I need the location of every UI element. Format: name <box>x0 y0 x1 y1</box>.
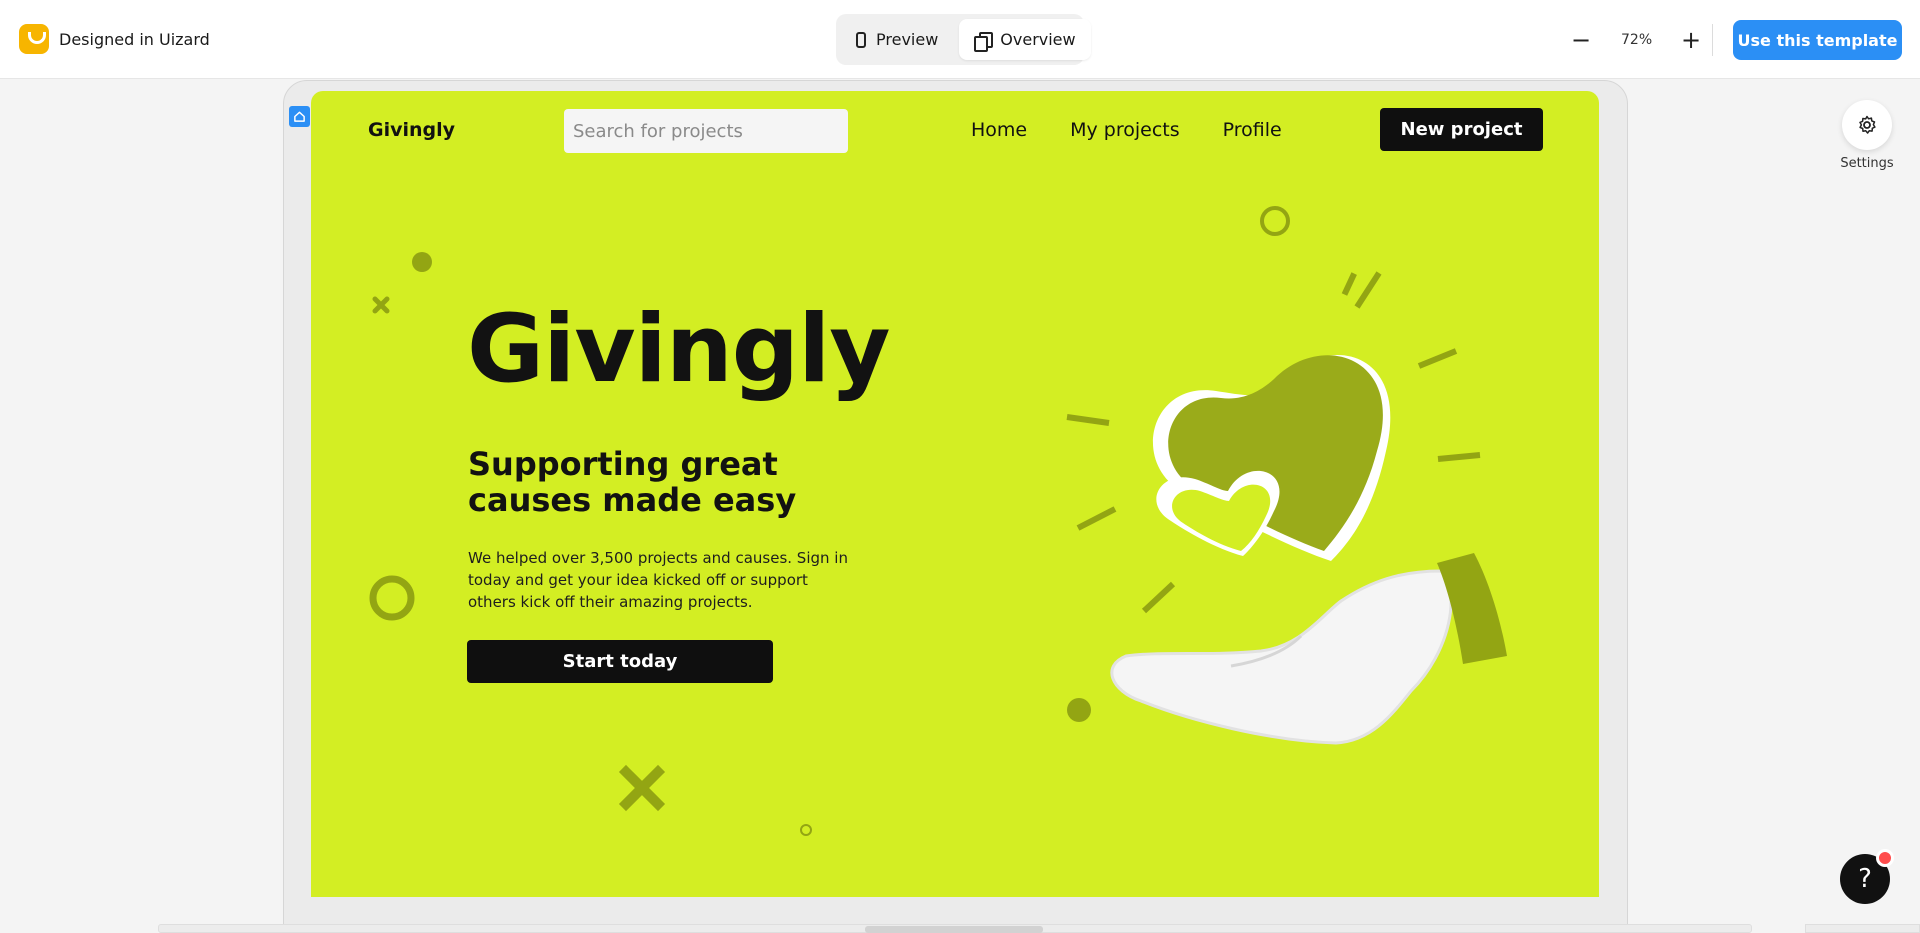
overview-label: Overview <box>1000 30 1076 49</box>
nav-home[interactable]: Home <box>971 119 1027 141</box>
zoom-controls: − 72% + <box>1565 22 1707 57</box>
gear-icon <box>1859 115 1876 134</box>
horizontal-scrollbar[interactable] <box>158 924 1752 933</box>
notification-dot <box>1876 849 1894 867</box>
top-bar: Designed in Uizard Preview Overview − 72… <box>0 0 1920 79</box>
new-project-button[interactable]: New project <box>1380 108 1543 151</box>
artboard-home: Givingly Home My projects Profile New pr… <box>311 91 1599 897</box>
preview-button[interactable]: Preview <box>841 19 953 60</box>
site-search-input[interactable] <box>564 109 848 153</box>
use-template-button[interactable]: Use this template <box>1733 20 1902 60</box>
start-today-button[interactable]: Start today <box>467 640 773 683</box>
home-icon <box>294 111 305 122</box>
site-nav: Home My projects Profile <box>971 119 1282 141</box>
topbar-divider <box>1712 24 1713 56</box>
settings-circle <box>1842 100 1892 150</box>
scroll-thumb[interactable] <box>865 926 1043 933</box>
zoom-level: 72% <box>1621 31 1653 48</box>
nav-profile[interactable]: Profile <box>1223 119 1282 141</box>
home-page-marker[interactable] <box>289 106 310 127</box>
preview-label: Preview <box>876 30 939 49</box>
site-logo[interactable]: Givingly <box>368 119 455 141</box>
hero-subtitle: Supporting great causes made easy <box>468 445 797 519</box>
zoom-out-button[interactable]: − <box>1565 24 1597 56</box>
uizard-logo-icon <box>19 24 49 54</box>
uizard-brand[interactable]: Designed in Uizard <box>19 24 210 54</box>
phone-icon <box>856 31 866 48</box>
hero-title: Givingly <box>467 295 891 404</box>
scrollbar-end <box>1805 924 1920 933</box>
nav-my-projects[interactable]: My projects <box>1070 119 1180 141</box>
settings-button[interactable]: Settings <box>1837 100 1897 171</box>
overview-button[interactable]: Overview <box>959 19 1091 60</box>
hero-body: We helped over 3,500 projects and causes… <box>468 549 848 611</box>
pages-icon <box>974 31 994 52</box>
brand-label: Designed in Uizard <box>59 29 210 49</box>
view-toggle: Preview Overview <box>836 14 1091 65</box>
settings-label: Settings <box>1840 156 1894 171</box>
zoom-in-button[interactable]: + <box>1675 24 1707 56</box>
